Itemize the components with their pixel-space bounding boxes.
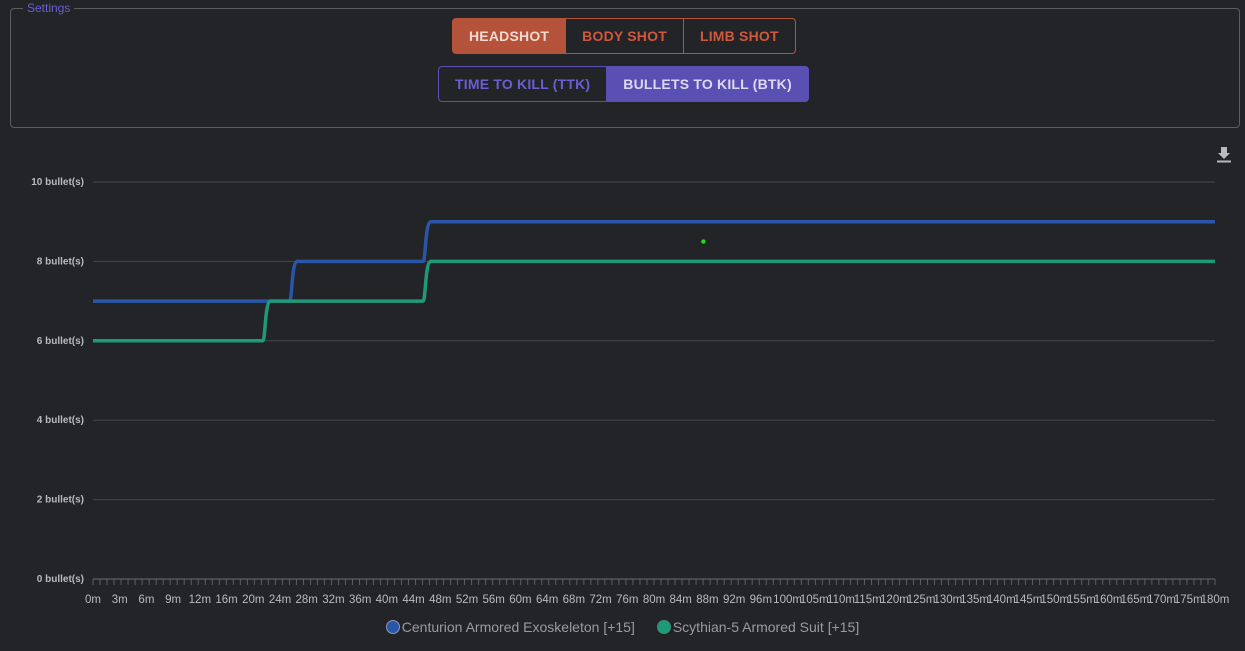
hover-marker: [701, 239, 706, 244]
x-tick-label-2: 6m: [138, 594, 154, 606]
x-tick-label-1: 3m: [112, 594, 128, 606]
legend-label-scythian: Scythian-5 Armored Suit [+15]: [672, 619, 860, 635]
x-tick-label-32: 130m: [933, 594, 962, 606]
x-tick-label-25: 96m: [750, 594, 772, 606]
legend-item-centurion[interactable]: Centurion Armored Exoskeleton [+15]: [385, 619, 635, 635]
download-icon[interactable]: [1214, 144, 1234, 164]
x-tick-label-34: 140m: [987, 594, 1016, 606]
x-tick-label-21: 80m: [643, 594, 665, 606]
x-tick-label-28: 110m: [827, 594, 855, 606]
x-tick-label-26: 100m: [773, 594, 802, 606]
x-tick-label-5: 16m: [215, 594, 237, 606]
x-tick-label-35: 145m: [1014, 594, 1043, 606]
x-tick-label-17: 64m: [536, 594, 558, 606]
x-tick-label-23: 88m: [696, 594, 718, 606]
y-tick-label-0: 0 bullet(s): [37, 574, 84, 585]
x-tick-label-4: 12m: [189, 594, 211, 606]
x-tick-label-38: 160m: [1094, 594, 1123, 606]
x-tick-label-16: 60m: [509, 594, 531, 606]
x-tick-label-14: 52m: [456, 594, 478, 606]
x-tick-label-13: 48m: [429, 594, 451, 606]
x-tick-label-18: 68m: [563, 594, 585, 606]
chart-legend: Centurion Armored Exoskeleton [+15] Scyt…: [0, 619, 1245, 635]
legend-label-centurion: Centurion Armored Exoskeleton [+15]: [401, 619, 635, 635]
x-tick-label-41: 175m: [1174, 594, 1203, 606]
x-tick-label-8: 28m: [296, 594, 318, 606]
x-tick-label-24: 92m: [723, 594, 745, 606]
x-tick-label-33: 135m: [960, 594, 989, 606]
legend-swatch-centurion: [385, 620, 400, 634]
x-tick-label-39: 165m: [1120, 594, 1149, 606]
x-tick-label-9: 32m: [322, 594, 344, 606]
legend-swatch-scythian: [656, 620, 671, 634]
x-tick-label-29: 115m: [854, 594, 882, 606]
y-tick-label-3: 6 bullet(s): [37, 336, 84, 347]
btk-line-chart: 0 bullet(s) 2 bullet(s) 4 bullet(s) 6 bulle…: [31, 177, 1230, 606]
x-tick-label-11: 40m: [376, 594, 398, 606]
x-tick-label-10: 36m: [349, 594, 371, 606]
x-tick-label-37: 155m: [1067, 594, 1096, 606]
x-tick-label-3: 9m: [165, 594, 181, 606]
legend-item-scythian[interactable]: Scythian-5 Armored Suit [+15]: [656, 619, 860, 635]
x-tick-label-42: 180m: [1201, 594, 1230, 606]
x-tick-label-20: 76m: [616, 594, 638, 606]
y-tick-label-4: 8 bullet(s): [37, 256, 84, 267]
x-tick-label-40: 170m: [1147, 594, 1176, 606]
y-tick-label-1: 2 bullet(s): [37, 495, 84, 506]
y-tick-label-2: 4 bullet(s): [37, 415, 84, 426]
x-tick-label-7: 24m: [269, 594, 291, 606]
x-tick-label-27: 105m: [800, 594, 829, 606]
x-tick-label-15: 56m: [483, 594, 505, 606]
x-tick-label-19: 72m: [589, 594, 611, 606]
x-tick-label-22: 84m: [670, 594, 692, 606]
y-tick-label-5: 10 bullet(s): [31, 177, 84, 188]
x-tick-label-30: 120m: [880, 594, 909, 606]
x-tick-label-0: 0m: [85, 594, 101, 606]
x-tick-label-6: 20m: [242, 594, 264, 606]
x-tick-label-12: 44m: [402, 594, 424, 606]
x-tick-label-31: 125m: [907, 594, 936, 606]
x-tick-label-36: 150m: [1040, 594, 1069, 606]
